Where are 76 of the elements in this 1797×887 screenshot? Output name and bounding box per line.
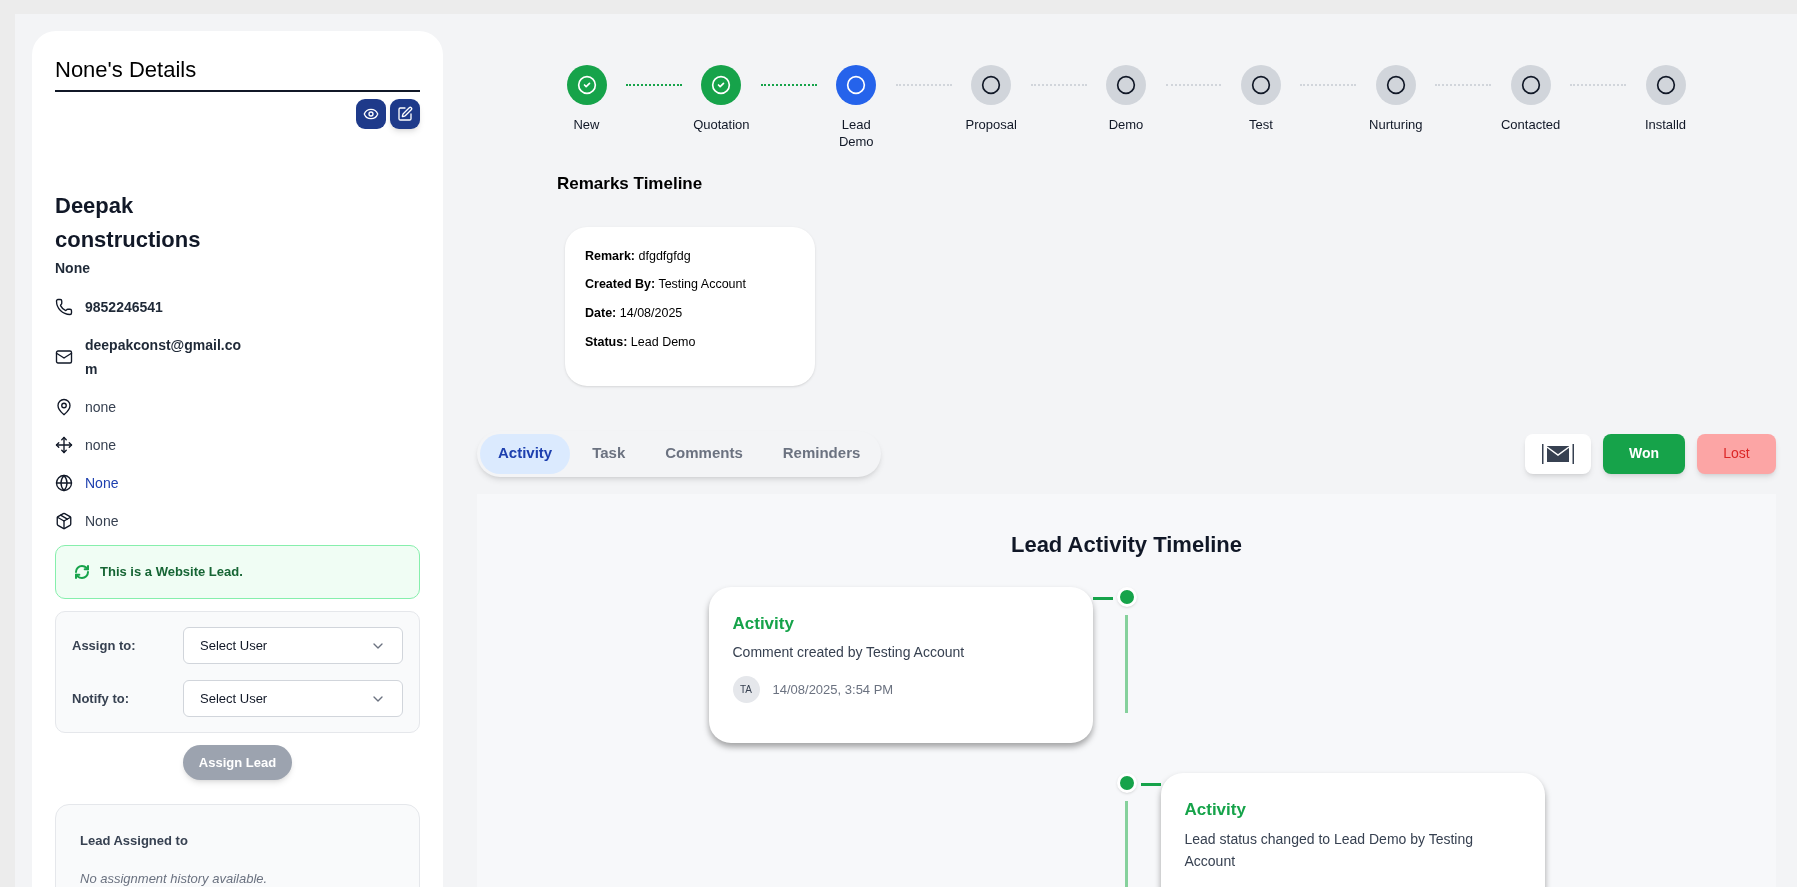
refresh-icon (74, 564, 90, 580)
tab[interactable]: Comments (647, 433, 761, 474)
pending-step[interactable] (1375, 65, 1416, 105)
user-select[interactable]: Select User (183, 680, 403, 717)
website-lead-text: This is a Website Lead. (100, 563, 243, 582)
history-title: Lead Assigned to (80, 832, 189, 850)
step-label: Contacted (1501, 116, 1561, 133)
circle-icon (981, 75, 1002, 95)
activity-title: Activity (1184, 799, 1247, 821)
connector-line (1140, 783, 1161, 786)
user-select[interactable]: Select User (183, 627, 403, 664)
view-button[interactable] (356, 99, 386, 129)
circle-icon (1655, 75, 1676, 95)
step-label: Nurturing (1369, 116, 1423, 133)
history-empty-text: No assignment history available. (80, 869, 269, 887)
details-title: None's Details (55, 53, 420, 92)
box-icon (55, 512, 73, 530)
activity-title: Activity (732, 612, 795, 635)
avatar: TA (732, 676, 760, 703)
circle-icon (1116, 75, 1136, 95)
map-pin-icon (55, 398, 73, 416)
envelope-icon (55, 348, 73, 366)
company-name: Deepak constructions (55, 192, 202, 254)
step-label: New (573, 116, 600, 133)
mail-button[interactable] (1525, 433, 1591, 474)
pending-step[interactable] (1240, 65, 1281, 105)
activity-text: Comment created by Testing Account (732, 643, 966, 662)
circle-icon (1520, 75, 1541, 95)
activity-time: 14/08/2025, 3:54 PM (772, 680, 894, 699)
lost-button[interactable]: Lost (1697, 433, 1776, 474)
pending-step[interactable] (1510, 65, 1551, 105)
circle-icon (1250, 75, 1271, 95)
activity-text: Lead status changed to Lead Demo by Testing Account (1184, 829, 1474, 871)
pending-step[interactable] (1645, 65, 1686, 105)
info-value: deepakconst@gmail.com (85, 336, 243, 379)
tab[interactable]: Task (574, 433, 644, 474)
info-value: None (85, 512, 120, 531)
circle-icon (846, 75, 867, 95)
current-step[interactable] (836, 65, 877, 105)
connector-line (1092, 596, 1113, 600)
remark-line: Date: 14/08/2025 (585, 305, 684, 322)
pending-step[interactable] (971, 65, 1012, 105)
step-label: Demo (1108, 116, 1144, 133)
step-label: Quotation (693, 116, 750, 133)
completed-step[interactable] (701, 65, 742, 105)
remark-line: Status: Lead Demo (585, 333, 697, 351)
mail-icon (1541, 442, 1575, 465)
pending-step[interactable] (1106, 65, 1146, 105)
won-button[interactable]: Won (1603, 433, 1685, 474)
tab[interactable]: Reminders (764, 433, 879, 474)
move-arrows-icon (55, 436, 73, 454)
step-label: Test (1248, 116, 1273, 133)
edit-button[interactable] (390, 99, 420, 129)
info-value: none (85, 436, 118, 455)
info-value: none (85, 398, 118, 417)
step-label: Lead Demo (837, 116, 875, 150)
step-label: Proposal (965, 116, 1017, 133)
circle-icon (1385, 75, 1406, 95)
field-label: Assign to: (72, 636, 137, 655)
tab[interactable]: Activity (480, 433, 571, 474)
remarks-title: Remarks Timeline (557, 173, 704, 195)
completed-step[interactable] (566, 65, 607, 105)
check-circle-icon (711, 75, 732, 95)
check-circle-icon (576, 75, 597, 95)
remark-line: Created By: Testing Account (585, 276, 747, 294)
field-label: Notify to: (72, 689, 131, 708)
globe-icon (55, 474, 73, 492)
contact-name: None (55, 259, 91, 278)
edit-icon (397, 106, 413, 122)
remark-line: Remark: dfgdfgfdg (585, 247, 692, 265)
phone-icon (55, 298, 73, 316)
info-value[interactable]: None (85, 471, 245, 495)
eye-icon (363, 106, 379, 122)
info-value: 9852246541 (85, 298, 164, 317)
step-label: Installd (1644, 116, 1687, 133)
activity-timeline-title: Lead Activity Timeline (1009, 530, 1244, 559)
